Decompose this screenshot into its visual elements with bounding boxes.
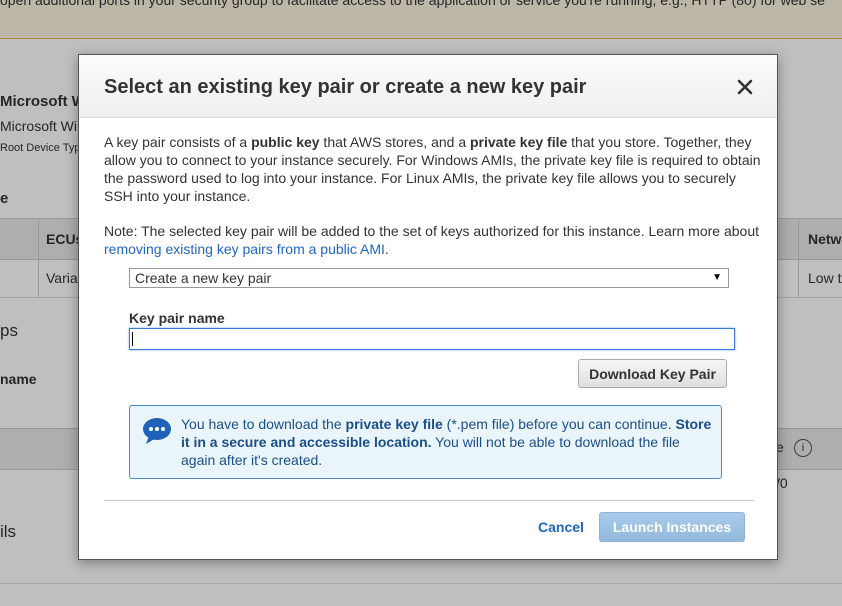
key-pair-note: Note: The selected key pair will be adde… — [104, 223, 760, 257]
text-caret — [132, 332, 133, 346]
download-info-box: You have to download the private key fil… — [129, 405, 722, 479]
close-button[interactable] — [733, 75, 757, 99]
dropdown-arrow-icon: ▼ — [712, 272, 722, 283]
key-pair-description: A key pair consists of a public key that… — [104, 134, 761, 204]
download-key-pair-button[interactable]: Download Key Pair — [578, 359, 727, 388]
launch-instances-button[interactable]: Launch Instances — [599, 512, 745, 542]
dialog-footer-divider — [104, 500, 754, 501]
key-pair-name-label: Key pair name — [129, 310, 225, 326]
key-pair-dialog: Select an existing key pair or create a … — [78, 54, 778, 560]
key-pair-option-select[interactable]: Create a new key pair ▼ — [129, 268, 729, 288]
download-info-text: You have to download the private key fil… — [181, 416, 712, 468]
dialog-header: Select an existing key pair or create a … — [79, 55, 777, 118]
remove-key-pairs-link[interactable]: removing existing key pairs from a publi… — [104, 241, 385, 257]
dialog-title: Select an existing key pair or create a … — [104, 76, 587, 98]
select-value: Create a new key pair — [135, 270, 272, 286]
key-pair-name-input[interactable] — [129, 328, 735, 350]
close-icon — [737, 79, 753, 95]
chat-bubble-icon — [143, 418, 171, 444]
cancel-button[interactable]: Cancel — [538, 519, 584, 535]
